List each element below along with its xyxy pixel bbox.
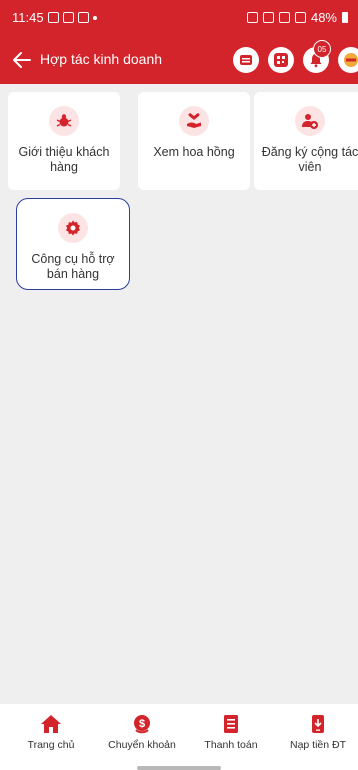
mute-icon (262, 12, 274, 23)
gear-icon (58, 213, 88, 243)
nav-label: Trang chủ (27, 739, 75, 751)
nav-label: Chuyển khoản (108, 739, 176, 751)
card-label: Công cụ hỗ trợ bán hàng (31, 252, 115, 281)
status-bar: 11:45 48% (0, 0, 358, 36)
nav-item-payment[interactable]: Thanh toán (186, 714, 276, 751)
app-bar-actions: 05 (233, 40, 358, 73)
content-area: Giới thiệu khách hàng Xem hoa hồng Đăng … (0, 84, 358, 704)
avatar-icon (344, 53, 358, 67)
nav-item-topup[interactable]: Nạp tiền ĐT (273, 714, 358, 751)
status-left: 11:45 (12, 10, 97, 25)
nav-label: Nạp tiền ĐT (289, 739, 347, 751)
card-refer-customer[interactable]: Giới thiệu khách hàng (8, 92, 120, 190)
card-register-collaborator[interactable]: Đăng ký cộng tác viên (254, 92, 358, 190)
profile-button[interactable] (338, 47, 358, 73)
wifi-icon (278, 12, 290, 23)
qr-code-button[interactable] (268, 47, 294, 73)
app-bar: Hợp tác kinh doanh 05 (0, 36, 358, 84)
status-right: 48% (246, 10, 348, 25)
back-arrow-icon[interactable] (10, 48, 34, 72)
nav-item-home[interactable]: Trang chủ (6, 714, 96, 751)
battery-percent: 48% (310, 10, 337, 25)
nav-label: Thanh toán (204, 739, 258, 751)
svg-text:$: $ (139, 718, 145, 730)
signal-icon (294, 12, 306, 23)
battery-icon (342, 12, 348, 23)
bottom-navigation: Trang chủ $ Chuyển khoản Thanh toán Nạp … (0, 704, 358, 770)
facebook-notification-icon (47, 12, 59, 23)
qr-code-icon (274, 53, 288, 67)
card-view-commission[interactable]: Xem hoa hồng (138, 92, 250, 190)
scan-button[interactable] (233, 47, 259, 73)
hand-heart-icon (179, 106, 209, 136)
more-notifications-icon (92, 15, 97, 20)
alarm-icon (246, 12, 258, 23)
bill-icon (224, 715, 238, 733)
add-user-icon (295, 106, 325, 136)
card-label: Giới thiệu khách hàng (18, 145, 110, 174)
notification-badge: 05 (313, 40, 331, 58)
scan-icon (240, 55, 252, 65)
nav-item-transfer[interactable]: $ Chuyển khoản (97, 714, 187, 751)
card-label: Đăng ký cộng tác viên (261, 145, 358, 174)
phone-topup-icon (312, 715, 324, 733)
notification-button[interactable]: 05 (303, 40, 331, 73)
gesture-home-bar[interactable] (137, 766, 221, 770)
page-title: Hợp tác kinh doanh (40, 51, 163, 67)
card-label: Xem hoa hồng (153, 145, 235, 159)
card-sales-tools[interactable]: Công cụ hỗ trợ bán hàng (16, 198, 130, 290)
home-icon (41, 715, 61, 733)
user-bug-icon (49, 106, 79, 136)
status-time: 11:45 (12, 10, 44, 25)
app-notification-icon (77, 12, 89, 23)
gallery-notification-icon (62, 12, 74, 23)
money-transfer-icon: $ (134, 715, 150, 734)
